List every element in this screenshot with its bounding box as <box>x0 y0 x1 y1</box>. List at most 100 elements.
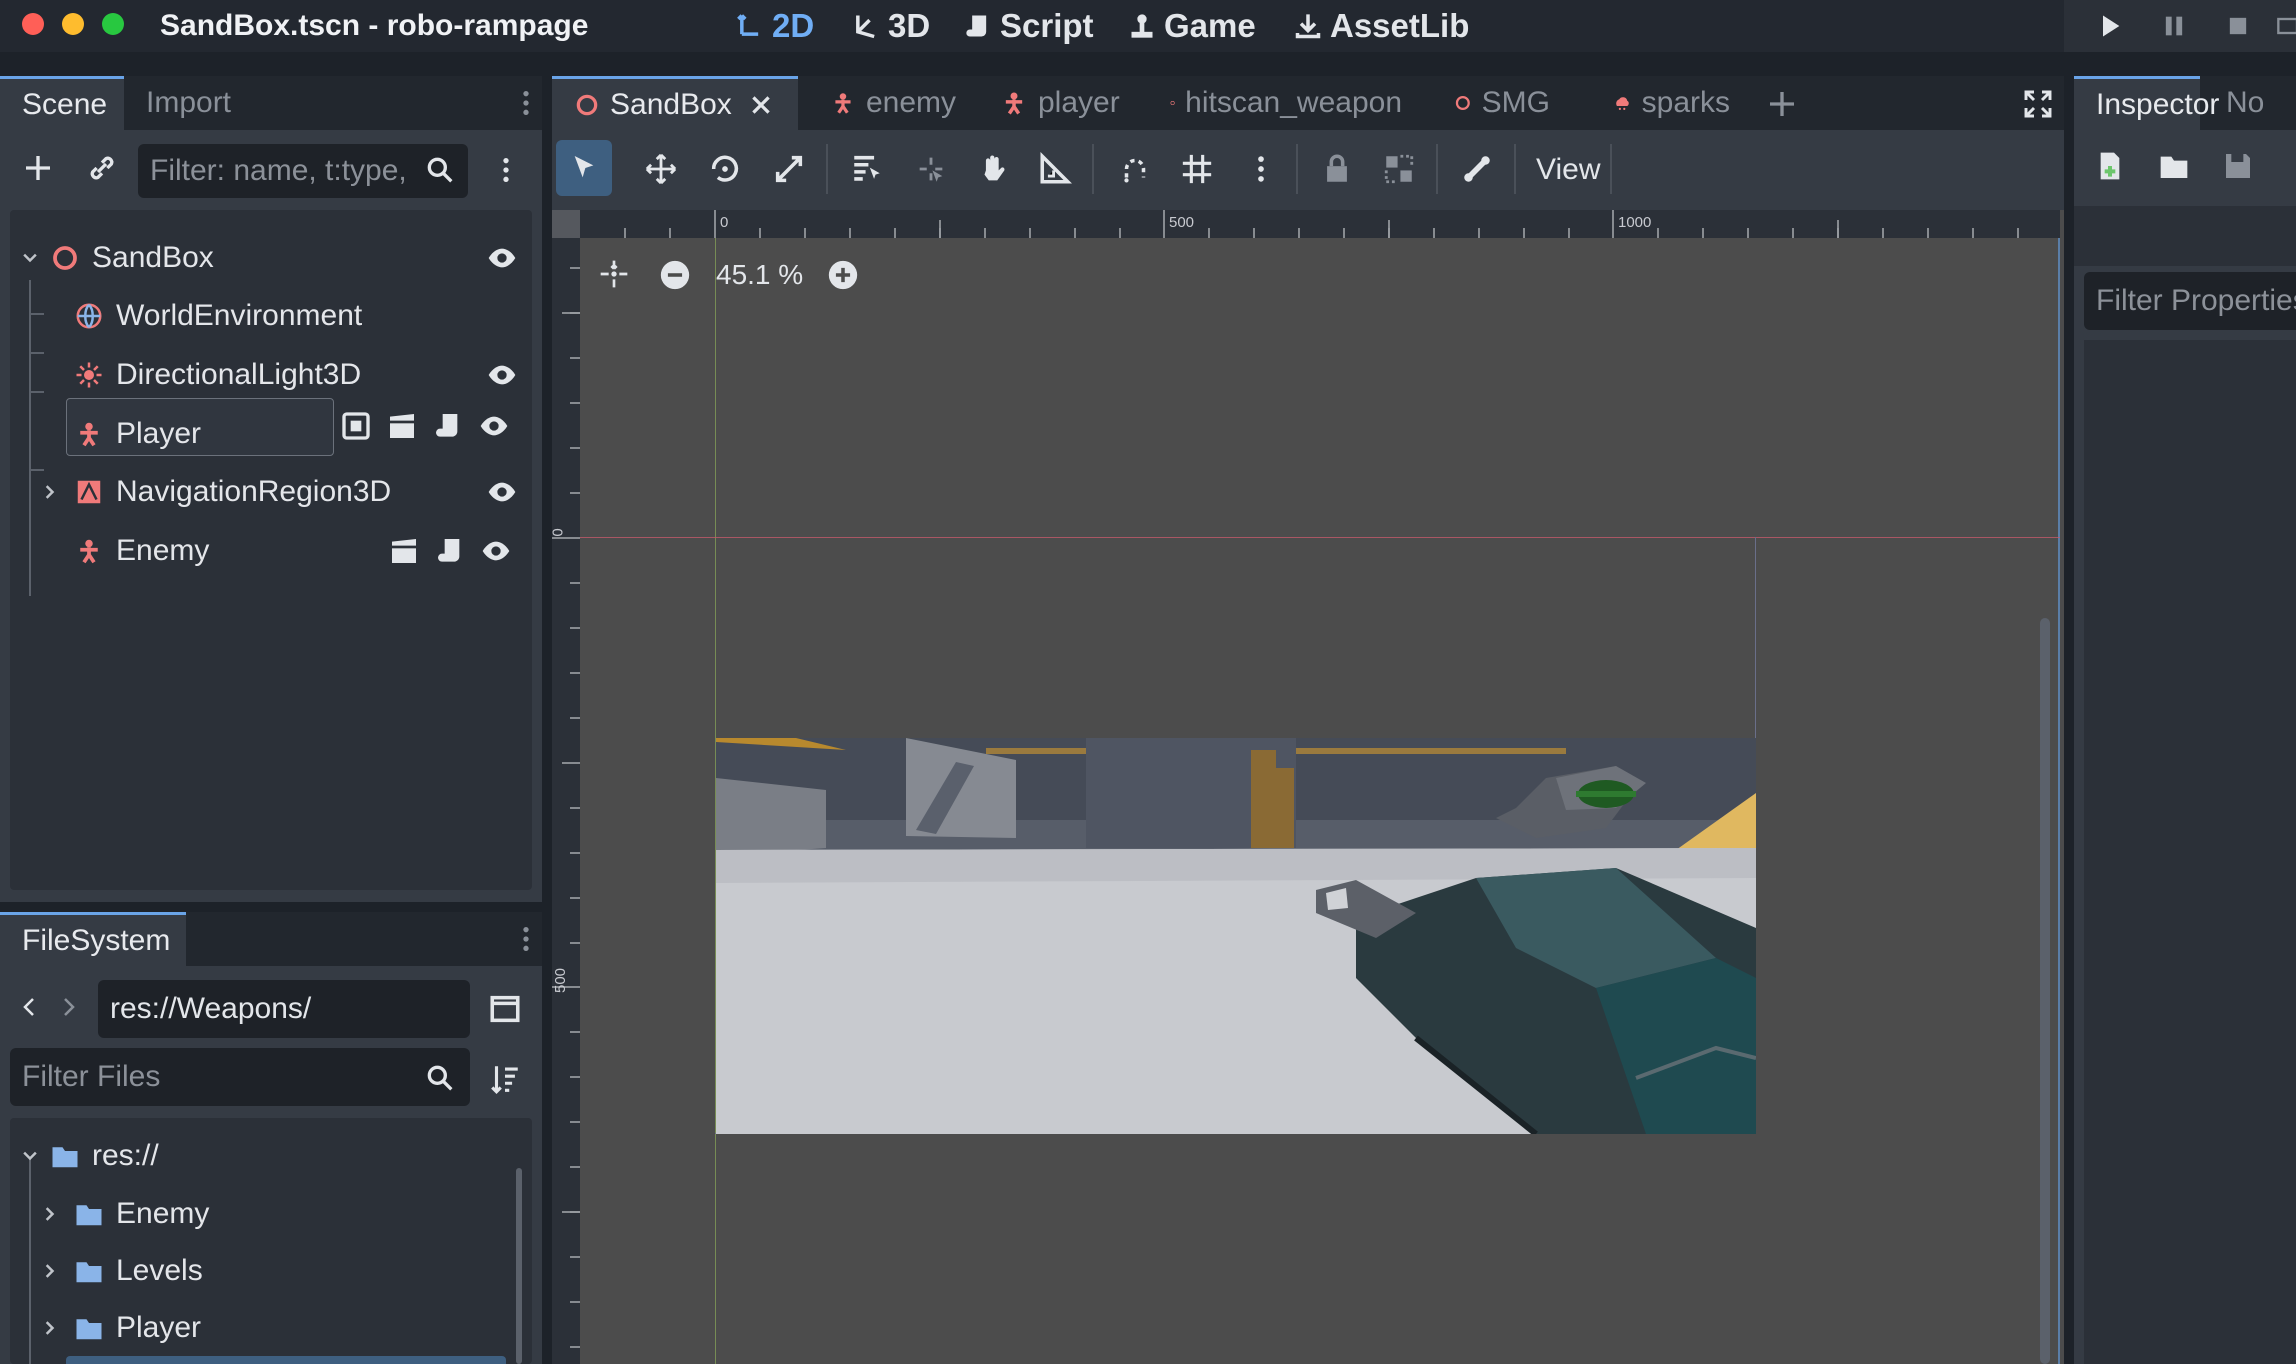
ruler-label: 0 <box>552 528 567 536</box>
tab-scene[interactable]: Scene <box>0 76 124 130</box>
close-icon[interactable] <box>748 92 774 118</box>
tab-enemy[interactable]: enemy <box>808 76 978 130</box>
move-icon[interactable] <box>644 152 678 186</box>
path-field[interactable]: res://Weapons/ <box>98 980 470 1038</box>
scene-filter-input[interactable]: Filter: name, t:type, <box>138 144 468 198</box>
tab-label: sparks <box>1641 86 1730 119</box>
sort-icon[interactable] <box>488 1062 522 1096</box>
scale-icon[interactable] <box>772 152 806 186</box>
tab-player[interactable]: player <box>978 76 1148 130</box>
new-resource-icon[interactable] <box>2094 150 2126 182</box>
add-tab-icon[interactable] <box>1766 88 1798 120</box>
pivot-icon[interactable] <box>914 152 948 186</box>
link-icon[interactable] <box>82 148 122 188</box>
tab-inspector[interactable]: Inspector <box>2074 76 2219 130</box>
instance-icon[interactable] <box>340 410 372 442</box>
tab-label: player <box>1038 86 1120 119</box>
tree-row-player[interactable]: Player <box>74 406 594 462</box>
tab-smg[interactable]: SMG <box>1432 76 1572 130</box>
back-arrow-icon[interactable] <box>18 992 42 1022</box>
world-environment-icon <box>76 303 102 329</box>
chevron-right-icon[interactable] <box>40 1204 60 1224</box>
filter-files-input[interactable]: Filter Files <box>10 1048 470 1106</box>
minimize-window-button[interactable] <box>62 13 84 35</box>
tab-sparks[interactable]: sparks <box>1592 76 1752 130</box>
viewport-scrollbar-thumb[interactable] <box>2040 618 2050 1364</box>
group-icon[interactable] <box>1382 152 1416 186</box>
bone-icon[interactable] <box>1460 152 1494 186</box>
clapperboard-icon[interactable] <box>388 535 420 567</box>
tab-hitscan-weapon[interactable]: hitscan_weapon <box>1148 76 1424 130</box>
tree-row-sandbox[interactable]: SandBox <box>20 230 540 286</box>
splitter-dock[interactable] <box>0 902 542 912</box>
workspace-3d-button[interactable]: 3D <box>852 6 930 46</box>
tab-import-label: Import <box>146 86 232 119</box>
chevron-right-icon[interactable] <box>40 1261 60 1281</box>
visibility-eye-icon[interactable] <box>480 535 512 567</box>
tab-import[interactable]: Import <box>124 76 264 130</box>
select-tool-button[interactable] <box>556 140 612 196</box>
tree-row-enemy[interactable]: Enemy <box>74 523 594 579</box>
save-icon[interactable] <box>2222 150 2254 182</box>
file-row-root[interactable]: res:// <box>20 1128 532 1184</box>
selected-file-row[interactable] <box>66 1356 506 1364</box>
list-select-icon[interactable] <box>850 152 884 186</box>
ruler-icon[interactable] <box>1038 152 1072 186</box>
clapperboard-icon[interactable] <box>386 410 418 442</box>
stop-icon[interactable] <box>2224 12 2252 40</box>
chevron-down-icon[interactable] <box>20 1146 40 1166</box>
play-icon[interactable] <box>2096 12 2124 40</box>
chevron-right-icon[interactable] <box>40 1318 60 1338</box>
rotate-icon[interactable] <box>708 152 742 186</box>
script-icon[interactable] <box>432 410 464 442</box>
scene-dock-menu-icon[interactable] <box>506 83 546 123</box>
tree-row-navigationregion3d[interactable]: NavigationRegion3D <box>40 464 560 520</box>
tab-sandbox[interactable]: SandBox <box>552 76 798 130</box>
filesystem-menu-icon[interactable] <box>506 919 546 959</box>
maximize-window-button[interactable] <box>102 13 124 35</box>
add-node-icon[interactable] <box>18 148 58 188</box>
chevron-right-icon[interactable] <box>40 482 60 502</box>
grid-snap-icon[interactable] <box>1180 152 1214 186</box>
pan-hand-icon[interactable] <box>976 152 1010 186</box>
visibility-eye-icon[interactable] <box>478 410 510 442</box>
tab-filesystem[interactable]: FileSystem <box>0 912 186 966</box>
canvas-viewport[interactable]: 0 500 1000 0 500 45.1 % <box>552 210 2064 1364</box>
workspace-assetlib-label: AssetLib <box>1330 7 1470 44</box>
lock-icon[interactable] <box>1320 152 1354 186</box>
zoom-out-icon[interactable] <box>658 258 692 292</box>
fullscreen-icon[interactable] <box>2022 88 2054 120</box>
splitter-left[interactable] <box>542 52 552 1364</box>
tree-row-worldenvironment[interactable]: WorldEnvironment <box>74 288 594 344</box>
snap-options-icon[interactable] <box>1244 152 1278 186</box>
filter-properties-input[interactable]: Filter Properties <box>2084 272 2296 330</box>
workspace-2d-button[interactable]: 2D <box>736 6 814 46</box>
script-icon[interactable] <box>434 535 466 567</box>
pause-icon[interactable] <box>2160 12 2188 40</box>
visibility-eye-icon[interactable] <box>486 359 518 391</box>
workspace-script-button[interactable]: Script <box>964 6 1094 46</box>
split-view-icon[interactable] <box>488 992 522 1026</box>
splitter-right[interactable] <box>2064 52 2074 1364</box>
visibility-eye-icon[interactable] <box>486 242 518 274</box>
chevron-down-icon[interactable] <box>20 248 40 268</box>
center-view-icon[interactable] <box>598 258 630 290</box>
close-window-button[interactable] <box>22 13 44 35</box>
workspace-game-button[interactable]: Game <box>1128 6 1256 46</box>
file-row-enemy[interactable]: Enemy <box>40 1186 532 1242</box>
tab-node[interactable]: No <box>2204 76 2296 130</box>
left-ruler <box>552 238 580 1364</box>
scene-options-icon[interactable] <box>486 150 526 190</box>
movie-icon[interactable] <box>2276 12 2296 40</box>
file-row-levels[interactable]: Levels <box>40 1243 532 1299</box>
file-row-player[interactable]: Player <box>40 1300 532 1356</box>
open-folder-icon[interactable] <box>2158 150 2190 182</box>
zoom-level[interactable]: 45.1 % <box>716 258 803 292</box>
visibility-eye-icon[interactable] <box>486 476 518 508</box>
view-menu-button[interactable]: View <box>1536 150 1600 190</box>
workspace-assetlib-button[interactable]: AssetLib <box>1294 6 1469 46</box>
smart-snap-icon[interactable] <box>1118 152 1152 186</box>
zoom-in-icon[interactable] <box>826 258 860 292</box>
forward-arrow-icon[interactable] <box>56 992 80 1022</box>
game-render-image <box>716 738 1756 1134</box>
